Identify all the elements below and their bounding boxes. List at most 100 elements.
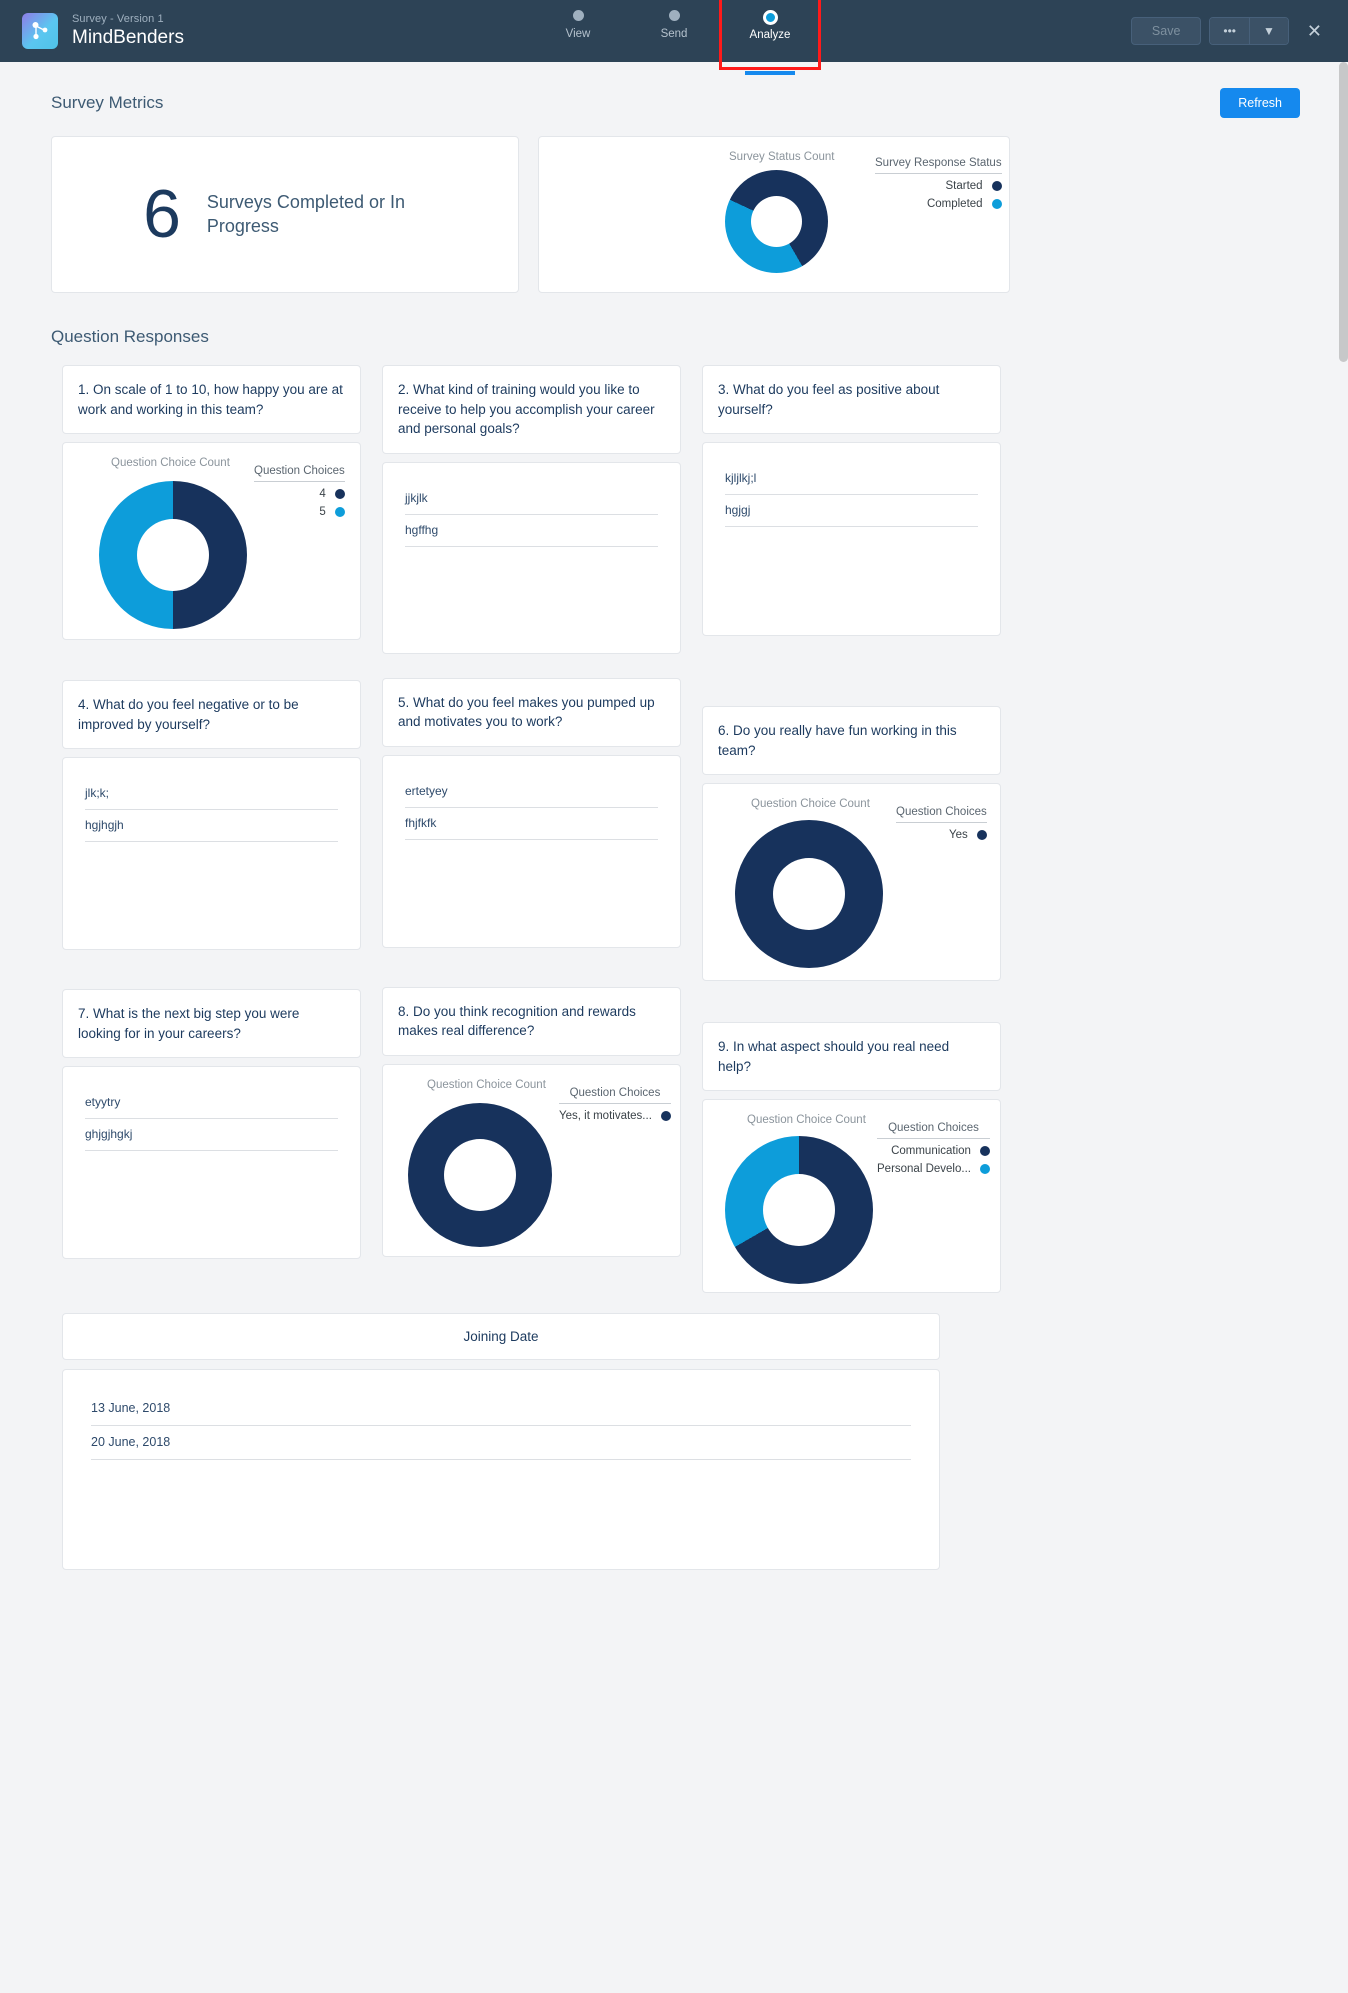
legend-swatch-icon (334, 489, 345, 500)
legend-item-started[interactable]: Started (875, 180, 1002, 192)
app-title: MindBenders (72, 27, 184, 49)
question-body-9: Question Choice Count Question Choices C… (702, 1099, 1001, 1294)
question-body-6: Question Choice Count Question Choices Y… (702, 783, 1001, 982)
legend-label: 5 (319, 506, 326, 519)
legend-item[interactable]: Communication (877, 1145, 990, 1157)
survey-status-chart-card: Survey Status Count Survey Response Stat… (538, 136, 1010, 293)
save-button[interactable]: Save (1130, 17, 1202, 45)
legend-label: Completed (926, 198, 983, 210)
question-responses-title: Question Responses (51, 327, 209, 346)
tab-view-label: View (565, 28, 591, 40)
surveys-completed-label: Surveys Completed or In Progress (206, 191, 405, 236)
legend-item-completed[interactable]: Completed (875, 198, 1002, 210)
chart-caption-q6: Question Choice Count (751, 798, 870, 811)
list-item: jlk;k; (85, 778, 338, 811)
list-item: hgjhgjh (85, 810, 338, 843)
legend-swatch-icon (979, 1146, 990, 1157)
list-item: 13 June, 2018 (91, 1392, 911, 1427)
refresh-button[interactable]: Refresh (1220, 88, 1300, 118)
chart-caption-q9: Question Choice Count (747, 1114, 866, 1127)
tab-send-label: Send (660, 28, 688, 40)
legend-item[interactable]: 4 (254, 488, 345, 500)
list-item: hgffhg (405, 515, 658, 547)
question-legend-1: Question Choices 4 5 (254, 465, 345, 518)
legend-title: Question Choices (254, 465, 345, 483)
list-item: fhjfkfk (405, 808, 658, 840)
question-column-2: 2. What kind of training would you like … (382, 365, 681, 1293)
chevron-down-icon[interactable]: ▼ (1249, 18, 1288, 44)
question-title-2: 2. What kind of training would you like … (382, 365, 681, 454)
answer-list-5: ertetyey fhjfkfk (383, 756, 680, 840)
legend-swatch-icon (334, 507, 345, 518)
survey-network-icon (22, 12, 58, 49)
legend-item[interactable]: Yes (896, 829, 987, 841)
page-scrollbar[interactable] (1339, 62, 1348, 362)
more-actions-group: ••• ▼ (1209, 17, 1289, 45)
legend-title: Question Choices (559, 1087, 671, 1104)
answer-list-2: jjkjlk hgffhg (383, 463, 680, 547)
question-legend-9: Question Choices Communication Personal … (877, 1122, 990, 1175)
donut-hole (773, 858, 845, 931)
survey-metrics-header: Survey Metrics Refresh (0, 62, 1348, 118)
surveys-completed-count: 6 (143, 175, 181, 252)
legend-label: Yes, it motivates... (559, 1109, 652, 1122)
question-legend-6: Question Choices Yes (896, 806, 987, 841)
legend-label: Started (945, 180, 983, 192)
legend-swatch-icon (976, 830, 987, 841)
list-item: 20 June, 2018 (91, 1426, 911, 1461)
legend-label: 4 (319, 488, 326, 501)
donut-hole (751, 196, 802, 247)
page-content: Survey Metrics Refresh 6 Surveys Complet… (0, 62, 1348, 1993)
question-title-6: 6. Do you really have fun working in thi… (702, 706, 1001, 776)
donut-hole (137, 519, 209, 592)
question-body-8: Question Choice Count Question Choices Y… (382, 1063, 681, 1257)
step-dot-active-icon (762, 10, 778, 25)
question-body-4: jlk;k; hgjhgjh (62, 757, 361, 951)
joining-date-section: Joining Date 13 June, 2018 20 June, 2018 (0, 1293, 940, 1571)
app-subtitle: Survey - Version 1 (72, 12, 164, 25)
survey-status-legend: Survey Response Status Started Completed (875, 157, 1002, 210)
chart-caption-q1: Question Choice Count (111, 457, 230, 470)
legend-item[interactable]: 5 (254, 506, 345, 518)
question-title-1: 1. On scale of 1 to 10, how happy you ar… (62, 365, 361, 435)
legend-swatch-icon (660, 1110, 671, 1121)
question-title-8: 8. Do you think recognition and rewards … (382, 986, 681, 1056)
header-actions: Save ••• ▼ ✕ (1130, 17, 1348, 45)
tab-send[interactable]: Send (626, 0, 722, 40)
legend-swatch-icon (991, 181, 1002, 191)
app-header: Survey - Version 1 MindBenders View Send… (0, 0, 1348, 75)
question-body-1: Question Choice Count Question Choices 4… (62, 442, 361, 641)
legend-item[interactable]: Yes, it motivates... (559, 1110, 671, 1122)
question-column-3: 3. What do you feel as positive about yo… (702, 365, 1001, 1294)
legend-label: Personal Develo... (877, 1163, 971, 1176)
close-icon[interactable]: ✕ (1297, 20, 1332, 42)
legend-swatch-icon (979, 1164, 990, 1175)
question-body-3: kjljlkj;l hgjgj (702, 442, 1001, 637)
list-item: ghjgjhgkj (85, 1119, 338, 1152)
question-title-4: 4. What do you feel negative or to be im… (62, 680, 361, 750)
legend-item[interactable]: Personal Develo... (877, 1163, 990, 1175)
legend-swatch-icon (991, 199, 1002, 209)
tab-analyze[interactable]: Analyze (719, 0, 821, 75)
answer-list-3: kjljlkj;l hgjgj (703, 443, 1000, 528)
question-body-5: ertetyey fhjfkfk (382, 754, 681, 948)
answer-list-7: etyytry ghjgjhgkj (63, 1067, 360, 1152)
question-title-9: 9. In what aspect should you real need h… (702, 1022, 1001, 1092)
more-options-button[interactable]: ••• (1210, 18, 1250, 44)
chart-caption-q8: Question Choice Count (427, 1078, 546, 1091)
question-title-3: 3. What do you feel as positive about yo… (702, 365, 1001, 435)
list-item: kjljlkj;l (725, 463, 978, 496)
list-item: jjkjlk (405, 483, 658, 515)
donut-hole (444, 1138, 516, 1211)
tab-view[interactable]: View (530, 0, 626, 40)
brand: Survey - Version 1 MindBenders (0, 13, 184, 49)
list-item: etyytry (85, 1087, 338, 1120)
legend-label: Yes (949, 829, 968, 842)
list-item: hgjgj (725, 495, 978, 528)
wizard-steps: View Send Analyze (530, 0, 821, 75)
legend-title: Question Choices (877, 1122, 990, 1140)
metrics-row: 6 Surveys Completed or In Progress Surve… (0, 118, 1348, 293)
legend-title: Survey Response Status (875, 157, 1002, 174)
question-title-7: 7. What is the next big step you were lo… (62, 989, 361, 1059)
step-dot-icon (572, 10, 584, 21)
